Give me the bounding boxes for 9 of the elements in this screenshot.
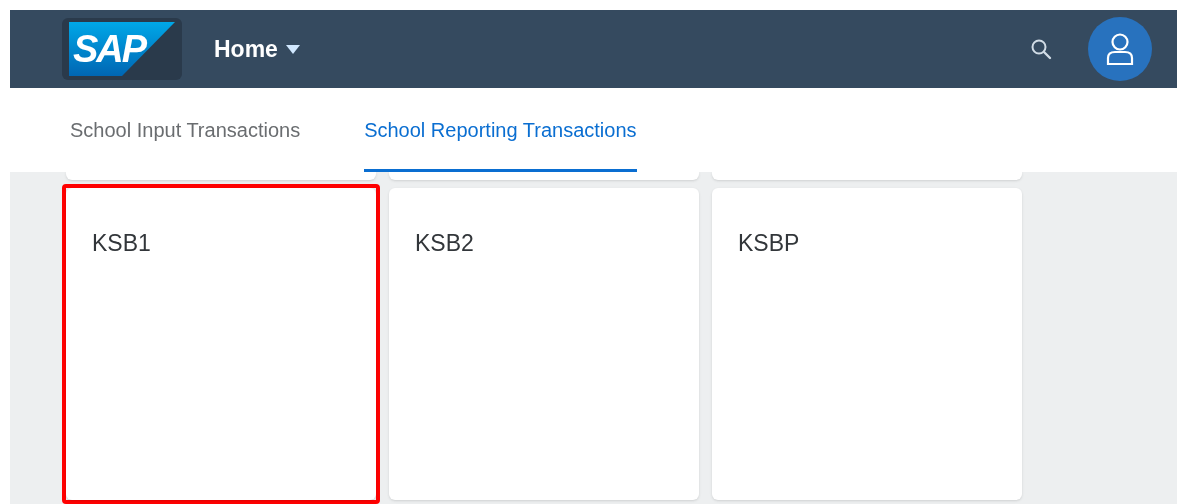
caret-icon <box>285 44 300 54</box>
tab[interactable]: School Input Transactions <box>70 88 301 172</box>
app-tile[interactable]: KSB1 <box>66 188 376 500</box>
sap-logo[interactable]: SAP <box>69 22 175 76</box>
home-menu[interactable]: Home <box>214 31 300 67</box>
app-tile[interactable]: KSBP <box>712 188 1022 500</box>
person-icon <box>1106 32 1134 66</box>
app-tile[interactable]: KSB2 <box>389 188 699 500</box>
search-icon[interactable] <box>1030 38 1052 60</box>
